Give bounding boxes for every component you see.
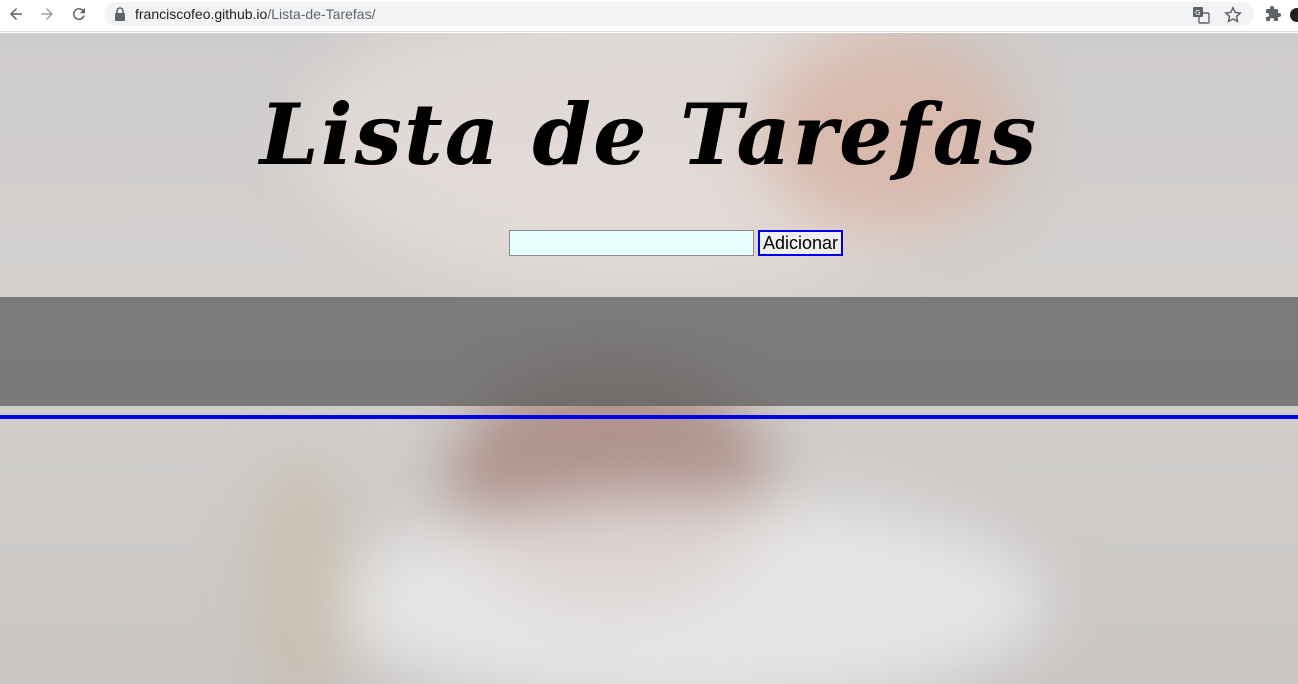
list-divider [0, 415, 1298, 419]
translate-icon[interactable]: G [1192, 6, 1210, 24]
extensions-icon[interactable] [1264, 5, 1282, 23]
forward-icon[interactable] [35, 2, 59, 26]
star-icon[interactable] [1224, 6, 1242, 24]
background-book [330, 493, 1050, 684]
url-text[interactable]: franciscofeo.github.io/Lista-de-Tarefas/ [135, 6, 375, 22]
reload-icon[interactable] [67, 2, 91, 26]
profile-avatar[interactable] [1290, 8, 1298, 22]
task-list-panel [0, 297, 1298, 406]
add-button[interactable]: Adicionar [758, 230, 843, 256]
url-path: /Lista-de-Tarefas/ [267, 6, 376, 22]
page-title: Lista de Tarefas [259, 85, 1039, 184]
browser-toolbar: franciscofeo.github.io/Lista-de-Tarefas/… [0, 0, 1298, 32]
back-icon[interactable] [4, 2, 28, 26]
page-viewport: Lista de Tarefas Adicionar [0, 33, 1298, 684]
svg-text:G: G [1195, 9, 1200, 17]
address-bar[interactable]: franciscofeo.github.io/Lista-de-Tarefas/… [104, 2, 1254, 26]
lock-icon[interactable] [114, 7, 126, 21]
background-book-edge [260, 453, 340, 684]
url-host: franciscofeo.github.io [135, 6, 268, 22]
task-input[interactable] [509, 230, 754, 256]
